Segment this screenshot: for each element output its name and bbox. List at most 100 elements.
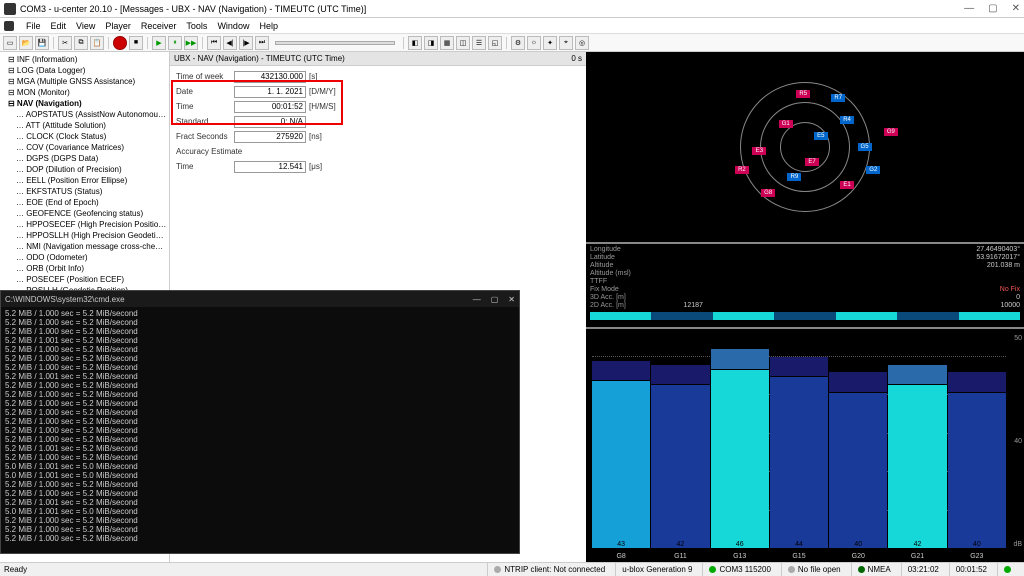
menu-tools[interactable]: Tools bbox=[186, 21, 207, 31]
tb-new-icon[interactable]: ▭ bbox=[3, 36, 17, 50]
tree-item[interactable]: … ORB (Orbit Info) bbox=[2, 263, 167, 274]
tree-item[interactable]: ⊟ NAV (Navigation) bbox=[2, 98, 167, 109]
tree-item[interactable]: … ATT (Attitude Solution) bbox=[2, 120, 167, 131]
date-input[interactable] bbox=[234, 86, 306, 98]
satellite-marker: G9 bbox=[884, 128, 898, 136]
file-led-icon bbox=[788, 566, 795, 573]
menu-edit[interactable]: Edit bbox=[51, 21, 67, 31]
tb-paste-icon[interactable]: 📋 bbox=[90, 36, 104, 50]
tb-cfg5-icon[interactable]: ◎ bbox=[575, 36, 589, 50]
tb-step-back-icon[interactable]: ◀| bbox=[223, 36, 237, 50]
port-led-icon bbox=[709, 566, 716, 573]
fsec-input[interactable] bbox=[234, 131, 306, 143]
tb-view3-icon[interactable]: ▦ bbox=[440, 36, 454, 50]
tb-view4-icon[interactable]: ◫ bbox=[456, 36, 470, 50]
std-input[interactable] bbox=[234, 116, 306, 128]
time-input[interactable] bbox=[234, 101, 306, 113]
tree-item[interactable]: … NMI (Navigation message cross-check in… bbox=[2, 241, 167, 252]
tb-skip-fwd-icon[interactable]: ⏭ bbox=[255, 36, 269, 50]
tree-item[interactable]: … COV (Covariance Matrices) bbox=[2, 142, 167, 153]
cmd-close-icon[interactable]: ✕ bbox=[508, 295, 515, 304]
cmd-min-icon[interactable]: — bbox=[473, 295, 481, 304]
minimize-button[interactable]: — bbox=[964, 3, 974, 14]
menu-window[interactable]: Window bbox=[217, 21, 249, 31]
message-tree[interactable]: ⊟ INF (Information)⊟ LOG (Data Logger)⊟ … bbox=[0, 52, 169, 320]
tb-open-icon[interactable]: 📂 bbox=[19, 36, 33, 50]
tb-record-icon[interactable] bbox=[113, 36, 127, 50]
tb-copy-icon[interactable]: ⧉ bbox=[74, 36, 88, 50]
tree-item[interactable]: … EOE (End of Epoch) bbox=[2, 197, 167, 208]
alt-l: Altitude bbox=[590, 262, 613, 270]
close-button[interactable]: ✕ bbox=[1012, 3, 1020, 14]
tb-view1-icon[interactable]: ◧ bbox=[408, 36, 422, 50]
tree-item[interactable]: ⊟ MON (Monitor) bbox=[2, 87, 167, 98]
tb-cfg2-icon[interactable]: ☼ bbox=[527, 36, 541, 50]
maximize-button[interactable]: ▢ bbox=[988, 3, 997, 14]
tree-item[interactable]: ⊟ LOG (Data Logger) bbox=[2, 65, 167, 76]
tree-item[interactable]: … ODO (Odometer) bbox=[2, 252, 167, 263]
acc3d-l: 3D Acc. [m] bbox=[590, 294, 626, 302]
cmd-max-icon[interactable]: ▢ bbox=[491, 295, 499, 304]
menu-view[interactable]: View bbox=[76, 21, 95, 31]
satellite-marker: R5 bbox=[796, 90, 810, 98]
tb-view2-icon[interactable]: ◨ bbox=[424, 36, 438, 50]
tree-item[interactable]: … DOP (Dilution of Precision) bbox=[2, 164, 167, 175]
acct-input[interactable] bbox=[234, 161, 306, 173]
satellite-marker: E1 bbox=[840, 181, 854, 189]
tb-cfg1-icon[interactable]: ⚙ bbox=[511, 36, 525, 50]
tree-item[interactable]: … POSECEF (Position ECEF) bbox=[2, 274, 167, 285]
alt-v: 201.038 m bbox=[987, 262, 1020, 270]
tb-cut-icon[interactable]: ✂ bbox=[58, 36, 72, 50]
fix-v: No Fix bbox=[1000, 286, 1020, 294]
pdop-v: 10000 bbox=[1001, 302, 1020, 310]
std-label: Standard bbox=[176, 117, 234, 126]
lat-v: 53.91672017° bbox=[976, 254, 1020, 262]
tb-step-fwd-icon[interactable]: |▶ bbox=[239, 36, 253, 50]
acct-label: Time bbox=[176, 162, 234, 171]
tb-cfg3-icon[interactable]: ✦ bbox=[543, 36, 557, 50]
tb-cfg4-icon[interactable]: ⌖ bbox=[559, 36, 573, 50]
tree-item[interactable]: … EKFSTATUS (Status) bbox=[2, 186, 167, 197]
tow-input[interactable] bbox=[234, 71, 306, 83]
tree-item[interactable]: … HPPOSLLH (High Precision Geodetic Posi… bbox=[2, 230, 167, 241]
tree-item[interactable]: ⊟ INF (Information) bbox=[2, 54, 167, 65]
tb-view6-icon[interactable]: ◱ bbox=[488, 36, 502, 50]
tree-item[interactable]: ⊟ MGA (Multiple GNSS Assistance) bbox=[2, 76, 167, 87]
tow-unit: [s] bbox=[306, 72, 336, 81]
cmd-window[interactable]: C:\WINDOWS\system32\cmd.exe — ▢ ✕ 5.2 Mi… bbox=[0, 290, 520, 554]
window-title-bar: COM3 - u-center 20.10 - [Messages - UBX … bbox=[0, 0, 1024, 18]
tb-fwd-icon[interactable]: ▶▶ bbox=[184, 36, 198, 50]
tree-item[interactable]: … AOPSTATUS (AssistNow Autonomous Status… bbox=[2, 109, 167, 120]
msg-header-title: UBX - NAV (Navigation) - TIMEUTC (UTC Ti… bbox=[174, 54, 345, 63]
status-file: No file open bbox=[798, 565, 841, 574]
satellite-marker: G5 bbox=[858, 143, 872, 151]
tb-pause-icon[interactable]: ⏸ bbox=[168, 36, 182, 50]
time-unit: [H/M/S] bbox=[306, 102, 336, 111]
tb-slider[interactable] bbox=[275, 41, 395, 45]
tb-view5-icon[interactable]: ☰ bbox=[472, 36, 486, 50]
status-gen: u-blox Generation 9 bbox=[615, 563, 698, 576]
signal-bar: 40G23 bbox=[948, 335, 1006, 548]
menu-receiver[interactable]: Receiver bbox=[141, 21, 177, 31]
tree-item[interactable]: … CLOCK (Clock Status) bbox=[2, 131, 167, 142]
menu-file[interactable]: File bbox=[26, 21, 41, 31]
tb-skip-back-icon[interactable]: ⏮ bbox=[207, 36, 221, 50]
tree-item[interactable]: … EELL (Position Error Ellipse) bbox=[2, 175, 167, 186]
signal-bar: 42G11 bbox=[651, 335, 709, 548]
menu-player[interactable]: Player bbox=[105, 21, 131, 31]
date-unit: [D/M/Y] bbox=[306, 87, 336, 96]
cmd-output: 5.2 MiB / 1.000 sec = 5.2 MiB/second5.2 … bbox=[1, 307, 519, 545]
tree-item[interactable]: … GEOFENCE (Geofencing status) bbox=[2, 208, 167, 219]
satellite-marker: E3 bbox=[752, 147, 766, 155]
signal-strength-chart: 5040dB 43G842G1146G1344G1540G2042G2140G2… bbox=[586, 329, 1024, 562]
tb-save-icon[interactable]: 💾 bbox=[35, 36, 49, 50]
msg-header-age: 0 s bbox=[571, 54, 582, 63]
tb-stop-icon[interactable]: ■ bbox=[129, 36, 143, 50]
right-dashboard: R5R7G1R4E3G5E7R9G8E1G2R2E5G9 Longitude27… bbox=[586, 52, 1024, 562]
satellite-marker: R7 bbox=[831, 94, 845, 102]
tree-item[interactable]: … HPPOSECEF (High Precision Position ECE… bbox=[2, 219, 167, 230]
fix-l: Fix Mode bbox=[590, 286, 619, 294]
tree-item[interactable]: … DGPS (DGPS Data) bbox=[2, 153, 167, 164]
menu-help[interactable]: Help bbox=[259, 21, 278, 31]
tb-play-icon[interactable]: ▶ bbox=[152, 36, 166, 50]
